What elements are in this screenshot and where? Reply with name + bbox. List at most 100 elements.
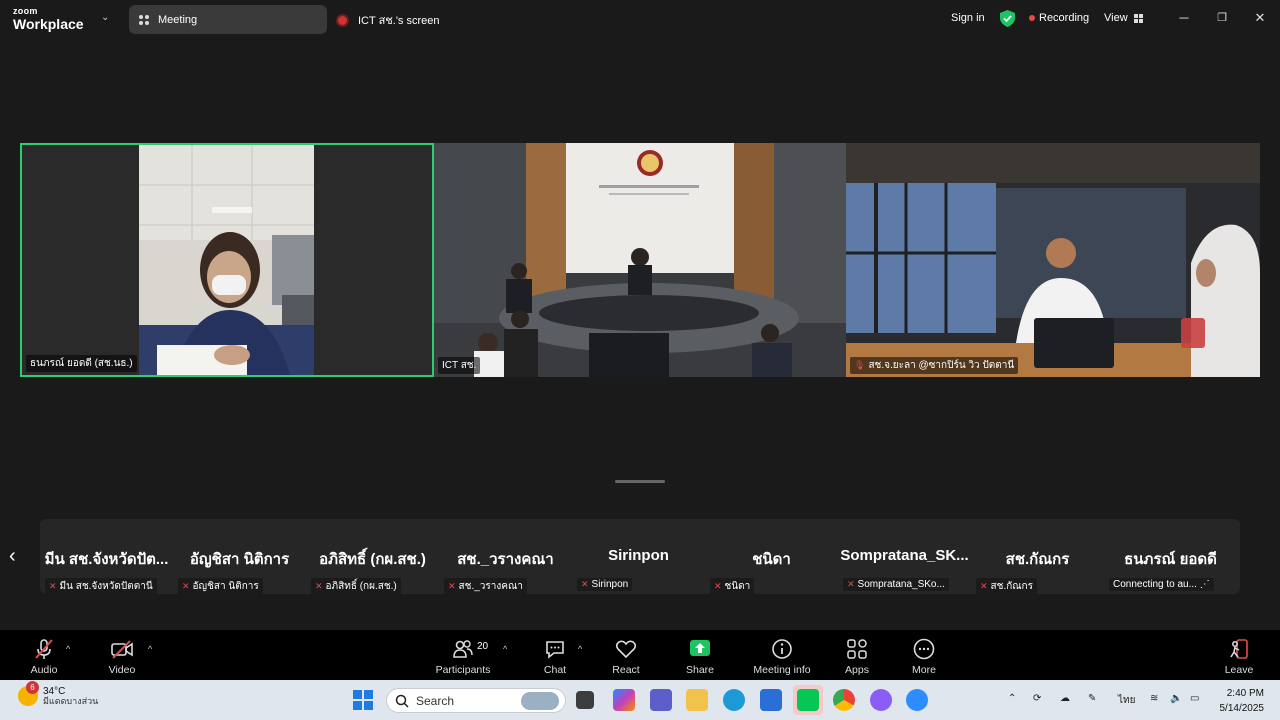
sync-icon[interactable]: ⟳ [1033, 693, 1041, 704]
chat-button[interactable]: Chat [538, 630, 572, 680]
share-label: Share [685, 664, 715, 676]
meeting-toolbar: Audio ^ Video ^ Participants 20 ^ Chat ^ [0, 630, 1280, 680]
video-options-caret-icon[interactable]: ^ [148, 644, 152, 654]
minimize-icon[interactable]: ─ [1174, 10, 1194, 25]
participant-name-label: ✕ สช._วรางคณา [444, 578, 527, 595]
share-screen-icon [690, 640, 710, 656]
battery-icon[interactable]: ▭ [1190, 693, 1199, 704]
participant-name: ธนภรณ์ ยอดดี (สช.นธ.) [30, 358, 133, 369]
participant-card[interactable]: อภิสิทธิ์ (กผ.สช.) ✕ อภิสิทธิ์ (กผ.สช.) [306, 519, 439, 595]
participant-card[interactable]: ธนภรณ์ ยอดดี Connecting to au... ⋰ [1104, 519, 1237, 594]
audio-options-caret-icon[interactable]: ^ [66, 644, 70, 654]
cloud-icon[interactable]: ☁ [1060, 693, 1070, 704]
windows-start-icon[interactable] [353, 690, 373, 710]
browser-icon[interactable] [870, 689, 892, 711]
participant-video [22, 145, 432, 375]
participant-name: สช.จ.ยะลา @ซากปิร์น วิว ปัตตานี [868, 360, 1015, 371]
participant-card[interactable]: มีน สช.จังหวัดปัต... ✕ มีน สช.จังหวัดปัตต… [40, 519, 173, 595]
recording-dot-icon [1029, 15, 1035, 21]
task-view-icon[interactable] [576, 691, 594, 709]
react-button[interactable]: React [608, 630, 644, 680]
participant-display-name: สช._วรางคณา [457, 551, 554, 568]
wifi-icon[interactable]: ≋ [1150, 693, 1158, 704]
edge-icon[interactable] [723, 689, 745, 711]
close-icon[interactable]: ✕ [1250, 10, 1270, 26]
view-label: View [1104, 12, 1128, 24]
drag-handle[interactable] [615, 480, 665, 483]
store-icon[interactable] [760, 689, 782, 711]
participant-video [846, 143, 1260, 377]
video-off-icon [111, 640, 133, 659]
chat-options-caret-icon[interactable]: ^ [578, 644, 582, 654]
language-indicator[interactable]: ไทย [1118, 693, 1135, 708]
system-clock[interactable]: 2:40 PM 5/14/2025 [1220, 687, 1265, 716]
mic-muted-icon: ✕ [182, 581, 190, 591]
participant-video [434, 143, 846, 377]
weather-icon: 6 [18, 681, 39, 707]
teams-icon[interactable] [650, 689, 672, 711]
share-button[interactable]: Share [682, 630, 718, 680]
sign-in-button[interactable]: Sign in [951, 12, 985, 24]
tab-shared-screen[interactable]: ICT สช.'s screen [336, 11, 440, 29]
participant-name-label: ICT สช. [438, 357, 481, 374]
chevron-down-icon[interactable]: ⌄ [101, 12, 109, 23]
meeting-info-button[interactable]: Meeting info [750, 630, 814, 680]
participant-name-label: 🎙 สช.จ.ยะลา @ซากปิร์น วิว ปัตตานี [850, 357, 1019, 374]
participant-name-label: ✕ อภิสิทธิ์ (กผ.สช.) [311, 578, 401, 595]
file-explorer-icon[interactable] [686, 689, 708, 711]
participant-name-label: ✕ ชนิดา [710, 578, 755, 595]
more-button[interactable]: More [906, 630, 942, 680]
participant-display-name: ชนิดา [752, 551, 791, 568]
participant-name: Sirinpon [591, 579, 629, 590]
leave-button[interactable]: Leave [1222, 630, 1256, 680]
view-button[interactable]: View [1104, 12, 1143, 24]
leave-label: Leave [1224, 664, 1254, 676]
tab-screen-label: ICT สช.'s screen [358, 15, 440, 27]
line-icon[interactable] [797, 689, 819, 711]
restore-icon[interactable]: ❐ [1212, 11, 1232, 24]
participant-display-name: อัญชิสา นิติการ [189, 551, 290, 568]
title-bar: zoom Workplace ⌄ Meeting ICT สช.'s scree… [0, 0, 1280, 38]
chevron-left-icon[interactable]: ‹ [9, 545, 16, 568]
taskbar-search[interactable]: Search [386, 688, 566, 713]
participant-card[interactable]: สช.กัณกร ✕ สช.กัณกร [971, 519, 1104, 595]
meeting-info-label: Meeting info [753, 664, 811, 676]
chevron-up-icon[interactable]: ⌃ [1008, 693, 1016, 704]
tab-meeting[interactable]: Meeting [129, 5, 327, 34]
copilot-icon[interactable] [613, 689, 635, 711]
video-tile[interactable]: 🎙 สช.จ.ยะลา @ซากปิร์น วิว ปัตตานี [846, 143, 1260, 377]
recording-indicator[interactable]: Recording [1029, 12, 1089, 24]
participant-strip: มีน สช.จังหวัดปัต... ✕ มีน สช.จังหวัดปัตต… [40, 519, 1240, 595]
participants-button[interactable]: Participants [432, 630, 494, 680]
participants-options-caret-icon[interactable]: ^ [503, 644, 507, 654]
audio-label: Audio [30, 664, 58, 676]
video-tile-active[interactable]: ธนภรณ์ ยอดดี (สช.นธ.) [20, 143, 434, 377]
weather-description: มีแดดบางส่วน [43, 696, 99, 706]
participant-count: 20 [477, 641, 489, 652]
volume-icon[interactable]: 🔈 [1170, 693, 1182, 704]
apps-button[interactable]: Apps [840, 630, 874, 680]
participant-name-label: Connecting to au... ⋰ [1109, 578, 1214, 591]
mic-muted-icon: ✕ [980, 581, 988, 591]
audio-button[interactable]: Audio [28, 630, 60, 680]
participants-label: Participants [435, 664, 491, 676]
pen-icon[interactable]: ✎ [1088, 693, 1096, 704]
zoom-app-icon[interactable] [906, 689, 928, 711]
participant-card[interactable]: ชนิดา ✕ ชนิดา [705, 519, 838, 595]
participant-name: ICT สช. [442, 360, 477, 371]
weather-widget[interactable]: 6 34°C มีแดดบางส่วน [18, 681, 99, 707]
participant-card[interactable]: Sompratana_SK... ✕ Sompratana_SKo... [838, 519, 971, 594]
participant-card[interactable]: สช._วรางคณา ✕ สช._วรางคณา [439, 519, 572, 595]
participant-card[interactable]: อัญชิสา นิติการ ✕ อัญชิสา นิติการ [173, 519, 306, 595]
mic-off-icon [35, 639, 53, 659]
mic-muted-icon: ✕ [847, 579, 855, 589]
participant-display-name: ธนภรณ์ ยอดดี [1124, 551, 1217, 568]
video-tile[interactable]: ICT สช. [434, 143, 846, 377]
participant-card[interactable]: Sirinpon ✕ Sirinpon [572, 519, 705, 594]
meeting-icon [139, 14, 149, 25]
participant-name-label: ✕ มีน สช.จังหวัดปัตตานี [45, 578, 157, 595]
shield-icon[interactable] [1000, 10, 1015, 27]
chrome-icon[interactable] [833, 689, 855, 711]
video-button[interactable]: Video [104, 630, 140, 680]
participant-name-label: ✕ Sompratana_SKo... [843, 578, 949, 591]
